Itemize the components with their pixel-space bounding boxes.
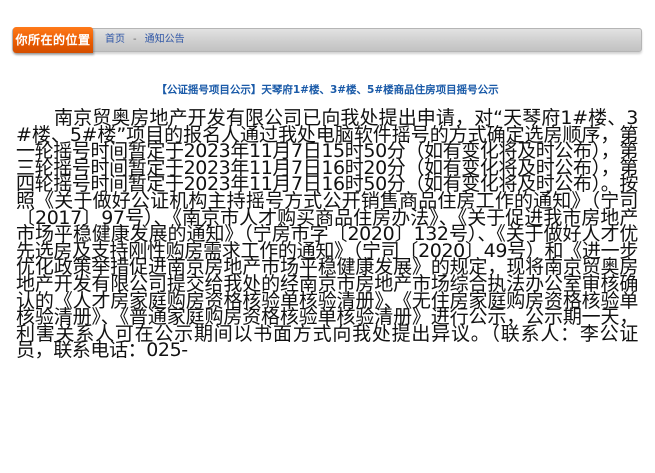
breadcrumb: 首页 - 通知公告 — [105, 29, 185, 51]
breadcrumb-notices-link[interactable]: 通知公告 — [145, 34, 185, 45]
location-badge: 你所在的位置 — [13, 27, 93, 53]
breadcrumb-home-link[interactable]: 首页 — [105, 34, 125, 45]
article-title: 【公证摇号项目公示】天琴府1#楼、3#楼、5#楼商品住房项目摇号公示 — [156, 84, 499, 96]
breadcrumb-separator: - — [133, 34, 137, 45]
article-body: 南京贸奥房地产开发有限公司已向我处提出申请，对“天琴府1#楼、3#楼、5#楼”项… — [16, 107, 638, 362]
location-bar: 你所在的位置 首页 - 通知公告 — [12, 27, 642, 53]
page: 你所在的位置 首页 - 通知公告 【公证摇号项目公示】天琴府1#楼、3#楼、5#楼商… — [0, 0, 655, 473]
